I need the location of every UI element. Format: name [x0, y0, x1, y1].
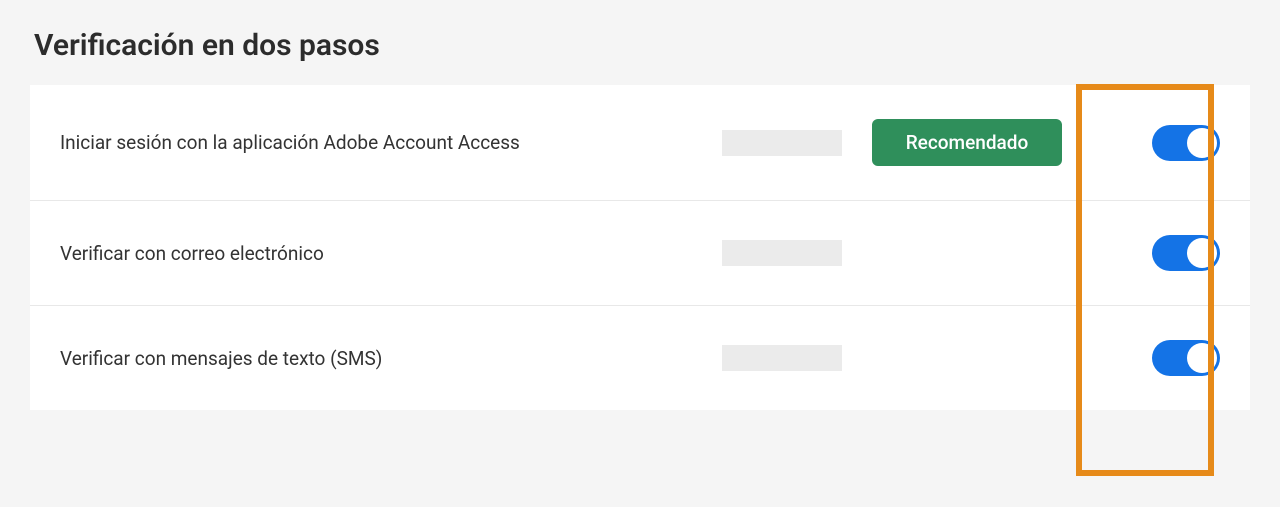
setting-label: Verificar con mensajes de texto (SMS) — [60, 347, 722, 370]
toggle-email-verification[interactable] — [1152, 235, 1220, 271]
setting-row-adobe-account-access: Iniciar sesión con la aplicación Adobe A… — [30, 85, 1250, 201]
toggle-knob — [1187, 128, 1217, 158]
recommended-badge: Recomendado — [872, 119, 1062, 166]
toggle-knob — [1187, 238, 1217, 268]
redacted-value — [722, 130, 842, 156]
toggle-adobe-account-access[interactable] — [1152, 125, 1220, 161]
two-step-settings-list: Iniciar sesión con la aplicación Adobe A… — [30, 85, 1250, 410]
redacted-value — [722, 240, 842, 266]
section-title: Verificación en dos pasos — [30, 28, 1250, 63]
toggle-sms-verification[interactable] — [1152, 340, 1220, 376]
setting-row-email-verification: Verificar con correo electrónico — [30, 201, 1250, 306]
redacted-value — [722, 345, 842, 371]
setting-label: Iniciar sesión con la aplicación Adobe A… — [60, 131, 722, 154]
setting-row-sms-verification: Verificar con mensajes de texto (SMS) — [30, 306, 1250, 410]
setting-label: Verificar con correo electrónico — [60, 242, 722, 265]
toggle-knob — [1187, 343, 1217, 373]
